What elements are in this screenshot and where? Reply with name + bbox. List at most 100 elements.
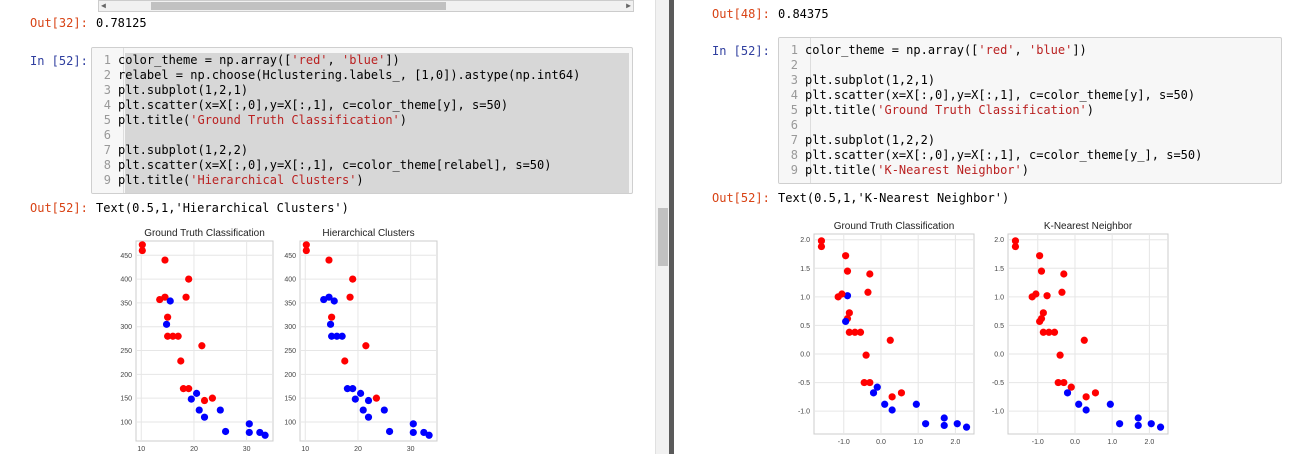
vertical-scrollbar[interactable] xyxy=(655,0,669,454)
x-tick-label: 1.0 xyxy=(913,439,923,446)
horizontal-scrollbar[interactable]: ◀ ▶ xyxy=(98,0,634,12)
plot-area xyxy=(1007,233,1169,435)
scatter-point-red xyxy=(208,394,217,402)
scatter-point-red xyxy=(862,351,870,359)
scatter-point-red xyxy=(1036,252,1044,260)
scatter-point-blue xyxy=(940,414,948,422)
vertical-scrollbar-thumb[interactable] xyxy=(658,208,668,266)
scatter-point-blue xyxy=(359,406,367,414)
scatter-point-red xyxy=(362,342,370,350)
scatter-point-red xyxy=(1056,351,1064,359)
output-value: 0.78125 xyxy=(96,16,147,30)
code-line: 7 plt.subplot(1,2,2) xyxy=(92,143,248,158)
input-prompt: In [52]: xyxy=(712,44,770,58)
y-tick-label: 100 xyxy=(284,419,296,426)
scatter-point-red xyxy=(897,389,906,397)
scatter-point-blue xyxy=(962,423,971,431)
scatter-point-red xyxy=(1050,328,1059,336)
scatter-point-blue xyxy=(912,400,920,408)
scatter-point-blue xyxy=(187,395,195,403)
line-number: 9 xyxy=(790,163,798,177)
scatter-point-blue xyxy=(162,320,171,328)
scatter-point-blue xyxy=(380,406,388,414)
scatter-point-blue xyxy=(1147,420,1155,428)
scatter-point-red xyxy=(346,293,354,301)
scatter-point-red xyxy=(372,394,381,402)
x-tick-label: 2.0 xyxy=(951,439,961,446)
y-tick-label: 0.5 xyxy=(800,323,810,330)
scatter-point-blue xyxy=(409,428,417,437)
code-line: 6 xyxy=(779,118,805,133)
code-text: plt.scatter(x=X[:,0],y=X[:,1], c=color_t… xyxy=(805,148,1203,162)
plot-area xyxy=(135,240,274,442)
y-tick-label: 250 xyxy=(120,348,132,355)
y-tick-label: -1.0 xyxy=(798,409,810,416)
line-number: 3 xyxy=(103,83,111,97)
scatter-point-red xyxy=(1060,270,1068,278)
code-line: 8 plt.scatter(x=X[:,0],y=X[:,1], c=color_… xyxy=(779,148,1203,163)
scatter-point-red xyxy=(866,270,874,278)
line-number: 8 xyxy=(103,158,111,172)
code-cell-editor[interactable]: 1 color_theme = np.array(['red', 'blue'])… xyxy=(778,37,1282,184)
output-prompt: Out[52]: xyxy=(30,201,88,215)
scatter-point-red xyxy=(177,357,185,365)
y-tick-label: 0.0 xyxy=(994,352,1004,359)
scatter-point-blue xyxy=(330,297,338,305)
line-number: 3 xyxy=(790,73,798,87)
scatter-point-blue xyxy=(351,395,359,403)
scatter-point-red xyxy=(1043,292,1051,300)
scatter-point-blue xyxy=(364,396,373,405)
horizontal-scrollbar-thumb[interactable] xyxy=(151,2,446,10)
line-number: 5 xyxy=(103,113,111,127)
y-tick-label: 350 xyxy=(284,300,296,307)
scatter-point-blue xyxy=(364,413,373,421)
y-tick-label: 150 xyxy=(284,396,296,403)
scatter-point-red xyxy=(198,342,206,350)
scatter-point-blue xyxy=(356,389,365,397)
code-line: 8 plt.scatter(x=X[:,0],y=X[:,1], c=color_… xyxy=(92,158,552,173)
scatter-point-blue xyxy=(425,431,433,439)
scatter-point-blue xyxy=(245,428,253,437)
y-tick-label: 450 xyxy=(284,253,296,260)
scatter-point-blue xyxy=(409,420,417,428)
scatter-point-blue xyxy=(216,406,224,414)
scatter-point-red xyxy=(843,267,852,275)
x-tick-label: 30 xyxy=(243,446,251,453)
scatter-point-blue xyxy=(261,431,269,439)
code-text: relabel = np.choose(Hclustering.labels_,… xyxy=(118,68,581,82)
line-number: 5 xyxy=(790,103,798,117)
scroll-left-arrow-icon[interactable]: ◀ xyxy=(101,1,106,11)
scroll-right-arrow-icon[interactable]: ▶ xyxy=(626,1,631,11)
notebook-pane-left: ◀ ▶ Out[32]: 0.78125 In [52]: 1 color_the… xyxy=(0,0,655,454)
chart-title: K-Nearest Neighbor xyxy=(1044,221,1133,232)
x-tick-label: 20 xyxy=(190,446,198,453)
scatter-point-blue xyxy=(869,389,878,397)
scatter-point-red xyxy=(164,313,172,321)
code-line: 3 plt.subplot(1,2,1) xyxy=(92,83,248,98)
x-tick-label: 30 xyxy=(407,446,415,453)
scatter-point-blue xyxy=(922,420,930,428)
code-text: plt.scatter(x=X[:,0],y=X[:,1], c=color_t… xyxy=(118,98,509,112)
scatter-point-blue xyxy=(1134,414,1142,422)
code-text: plt.title('K-Nearest Neighbor') xyxy=(805,163,1029,177)
y-tick-label: 450 xyxy=(120,253,132,260)
code-text: plt.subplot(1,2,2) xyxy=(118,143,249,157)
y-tick-label: -1.0 xyxy=(992,409,1004,416)
output-value: Text(0.5,1,'Hierarchical Clusters') xyxy=(96,201,349,215)
y-tick-label: 400 xyxy=(120,277,132,284)
scatter-point-blue xyxy=(881,400,889,408)
scatter-point-red xyxy=(1082,393,1090,401)
line-number: 4 xyxy=(790,88,798,102)
scatter-point-red xyxy=(1036,317,1044,326)
scatter-point-blue xyxy=(166,297,174,305)
scatter-plot-hierarchical: Hierarchical Clusters 10 20 30 100 150 200 250 3… xyxy=(284,228,438,453)
y-tick-label: 0.0 xyxy=(800,352,810,359)
code-text: plt.subplot(1,2,2) xyxy=(805,133,936,147)
code-line: 9 plt.title('K-Nearest Neighbor') xyxy=(779,163,1029,178)
line-number: 2 xyxy=(790,58,798,72)
code-cell-editor[interactable]: 1 color_theme = np.array(['red', 'blue'])… xyxy=(91,47,633,194)
line-number: 7 xyxy=(103,143,111,157)
plot-area xyxy=(299,240,438,442)
code-line: 6 xyxy=(92,128,118,143)
scatter-plot-ground-truth-knn: Ground Truth Classification -1.0 0.0 1.0 2.0… xyxy=(798,221,975,446)
